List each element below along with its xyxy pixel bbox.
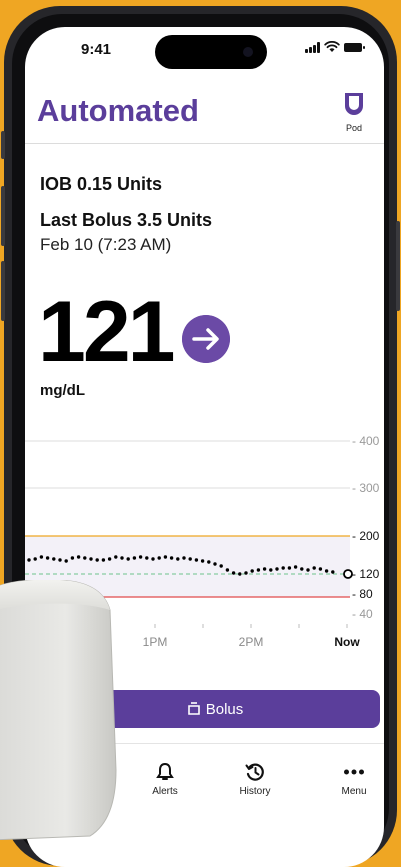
status-time: 9:41 bbox=[81, 41, 112, 58]
trend-arrow-icon bbox=[182, 315, 230, 363]
y-axis-label: - 120 bbox=[352, 567, 380, 581]
divider bbox=[25, 143, 384, 144]
history-icon bbox=[245, 763, 264, 781]
reading-dot bbox=[238, 572, 242, 576]
reading-dot bbox=[39, 555, 44, 559]
signal-icon bbox=[305, 41, 320, 53]
reading-dot bbox=[114, 555, 118, 559]
reading-dot bbox=[194, 558, 199, 562]
page-title: Automated bbox=[37, 93, 199, 128]
tab-label: Menu bbox=[341, 786, 367, 797]
reading-dot bbox=[262, 567, 267, 571]
x-axis-label: 1PM bbox=[143, 635, 168, 649]
phone-side-button bbox=[1, 131, 5, 159]
reading-dot bbox=[188, 557, 192, 561]
status-icons bbox=[305, 41, 365, 53]
reading-dot bbox=[200, 559, 205, 563]
pod-icon bbox=[345, 93, 363, 115]
tab-alerts[interactable]: Alerts bbox=[130, 762, 200, 797]
reading-dot bbox=[157, 556, 161, 560]
reading-dot bbox=[281, 566, 285, 570]
y-axis-label: - 300 bbox=[352, 481, 380, 495]
reading-dot bbox=[169, 556, 174, 560]
reading-dot bbox=[145, 556, 149, 560]
reading-dot bbox=[176, 557, 180, 561]
reading-dot bbox=[231, 571, 236, 575]
reading-dot bbox=[207, 560, 211, 564]
reading-dot bbox=[213, 562, 217, 566]
reading-dot bbox=[163, 555, 168, 559]
phone-side-button bbox=[1, 186, 5, 246]
bolus-button-label: Bolus bbox=[205, 700, 244, 718]
reading-dot bbox=[182, 556, 186, 560]
x-axis-label: 2PM bbox=[239, 635, 264, 649]
phone-side-button bbox=[1, 261, 5, 321]
reading-dot bbox=[132, 556, 137, 560]
iob-text: IOB 0.15 Units bbox=[40, 174, 163, 194]
reading-dot bbox=[324, 569, 329, 573]
bell-icon bbox=[156, 762, 174, 780]
reading-dot bbox=[269, 568, 273, 572]
tab-label: Alerts bbox=[152, 786, 178, 797]
more-icon bbox=[344, 769, 364, 775]
current-reading-marker bbox=[343, 569, 353, 579]
reading-dot bbox=[76, 555, 81, 559]
reading-dot bbox=[120, 556, 124, 560]
reading-dot bbox=[244, 571, 248, 575]
reading-dot bbox=[64, 559, 68, 563]
reading-dot bbox=[312, 566, 316, 570]
reading-dot bbox=[52, 557, 56, 561]
phone-side-button bbox=[396, 221, 400, 311]
bolus-icon bbox=[187, 702, 200, 715]
camera-icon bbox=[243, 47, 253, 57]
tab-label: History bbox=[239, 786, 271, 797]
reading-dot bbox=[33, 557, 37, 561]
reading-dot bbox=[151, 557, 155, 561]
reading-dot bbox=[138, 555, 143, 559]
pod-device-image bbox=[0, 580, 117, 840]
tab-history[interactable]: History bbox=[220, 762, 290, 797]
reading-dot bbox=[126, 557, 130, 561]
y-axis-label: - 400 bbox=[352, 434, 380, 448]
reading-dot bbox=[27, 558, 31, 562]
last-bolus-text: Last Bolus 3.5 Units bbox=[40, 210, 213, 230]
y-axis-label: - 200 bbox=[352, 529, 380, 543]
reading-dot bbox=[219, 564, 223, 568]
reading-dot bbox=[58, 558, 62, 562]
reading-dot bbox=[89, 557, 93, 561]
last-bolus-time: Feb 10 (7:23 AM) bbox=[40, 235, 172, 254]
pod-button[interactable]: Pod bbox=[334, 91, 374, 133]
reading-dot bbox=[318, 567, 323, 571]
reading-dot bbox=[300, 567, 304, 571]
reading-dot bbox=[250, 569, 254, 573]
y-axis-label: - 40 bbox=[352, 607, 373, 621]
reading-dot bbox=[306, 568, 310, 572]
reading-dot bbox=[101, 558, 106, 562]
reading-dot bbox=[331, 570, 335, 574]
reading-dot bbox=[287, 566, 292, 570]
tab-menu[interactable]: Menu bbox=[319, 762, 384, 797]
battery-icon bbox=[344, 42, 365, 52]
pod-label: Pod bbox=[345, 123, 362, 133]
dynamic-island bbox=[155, 35, 267, 69]
reading-dot bbox=[256, 568, 261, 572]
glucose-unit: mg/dL bbox=[40, 382, 85, 399]
wifi-icon bbox=[324, 41, 340, 52]
reading-dot bbox=[95, 558, 99, 562]
x-axis-label: Now bbox=[334, 635, 360, 649]
reading-dot bbox=[83, 556, 87, 560]
reading-dot bbox=[45, 556, 50, 560]
glucose-value: 121 bbox=[38, 284, 175, 380]
y-axis-label: - 80 bbox=[352, 587, 373, 601]
reading-dot bbox=[293, 565, 298, 569]
reading-dot bbox=[275, 567, 279, 571]
reading-dot bbox=[107, 557, 112, 561]
reading-dot bbox=[225, 568, 230, 572]
reading-dot bbox=[70, 556, 75, 560]
